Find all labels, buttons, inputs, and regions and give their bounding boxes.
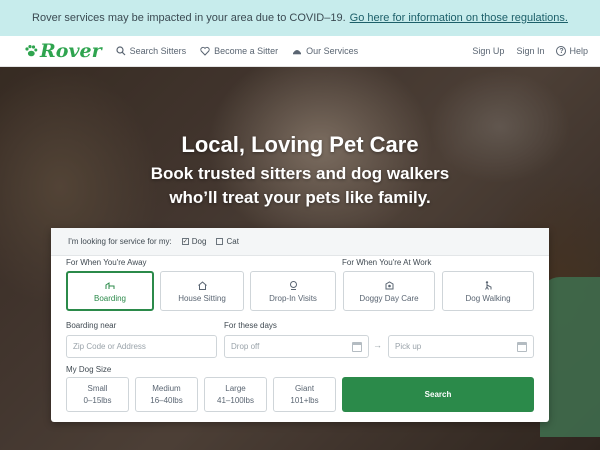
location-label: Boarding near	[66, 321, 117, 330]
sign-in-link[interactable]: Sign In	[516, 46, 544, 56]
service-doggy-day-care-label: Doggy Day Care	[359, 293, 419, 303]
nav-become-sitter-label: Become a Sitter	[214, 46, 279, 56]
size-medium-button[interactable]: Medium 16–40lbs	[135, 377, 198, 412]
boarding-icon	[105, 281, 114, 289]
pet-type-row: I'm looking for service for my: ✓ Dog Ca…	[51, 228, 549, 256]
day-care-icon	[385, 280, 393, 289]
size-small-button[interactable]: Small 0–15lbs	[66, 377, 129, 412]
help-link[interactable]: ? Help	[556, 46, 588, 56]
looking-for-label: I'm looking for service for my:	[68, 237, 172, 246]
nav-account-links: Sign Up Sign In ? Help	[472, 46, 588, 56]
dog-checkbox-label: Dog	[191, 237, 207, 246]
hero-subtitle: Book trusted sitters and dog walkers who…	[0, 162, 600, 210]
sign-up-link[interactable]: Sign Up	[472, 46, 504, 56]
size-giant-button[interactable]: Giant 101+lbs	[273, 377, 336, 412]
nav-become-sitter[interactable]: Become a Sitter	[200, 46, 278, 56]
dog-walking-icon	[484, 280, 491, 290]
covid-banner: Rover services may be impacted in your a…	[0, 0, 600, 36]
cat-checkbox[interactable]: Cat	[216, 237, 239, 246]
service-drop-in-visits[interactable]: Drop-In Visits	[250, 271, 336, 311]
size-small-range: 0–15lbs	[83, 396, 112, 405]
paw-icon	[25, 45, 38, 57]
house-sitting-icon	[197, 280, 207, 290]
services-icon	[293, 50, 302, 55]
arrow-right-icon: →	[373, 340, 382, 350]
size-giant-range: 101+lbs	[290, 396, 319, 405]
hero-subtitle-line-1: Book trusted sitters and dog walkers	[150, 164, 450, 183]
service-boarding-label: Boarding	[93, 293, 127, 303]
hero-title: Local, Loving Pet Care	[181, 132, 419, 157]
logo-text: Rover	[40, 40, 102, 62]
nav-search-sitters[interactable]: Search Sitters	[116, 46, 187, 56]
search-card: I'm looking for service for my: ✓ Dog Ca…	[51, 228, 549, 422]
search-button[interactable]: Search	[342, 377, 534, 412]
search-icon	[116, 46, 126, 56]
nav-search-sitters-label: Search Sitters	[129, 46, 187, 56]
nav-our-services-label: Our Services	[306, 46, 359, 56]
service-drop-in-visits-label: Drop-In Visits	[269, 293, 317, 303]
checkbox-empty-icon	[216, 238, 224, 245]
service-house-sitting[interactable]: House Sitting	[160, 271, 244, 311]
checkbox-checked-icon: ✓	[181, 238, 189, 245]
service-dog-walking[interactable]: Dog Walking	[442, 271, 534, 311]
top-navbar: Rover Search Sitters Become a Sitter Our…	[0, 36, 600, 67]
cat-checkbox-label: Cat	[226, 237, 239, 246]
dropoff-date-input[interactable]: Drop off	[224, 335, 369, 358]
away-heading: For When You're Away	[66, 258, 147, 267]
banner-link[interactable]: Go here for information on those regulat…	[350, 12, 568, 24]
size-large-label: Large	[225, 384, 246, 393]
size-giant-label: Giant	[294, 384, 315, 393]
help-icon: ?	[556, 46, 567, 56]
size-medium-range: 16–40lbs	[150, 396, 183, 405]
help-label: Help	[569, 46, 588, 56]
drop-in-icon	[289, 280, 297, 290]
calendar-icon	[352, 342, 362, 352]
work-heading: For When You're At Work	[342, 258, 432, 267]
nav-our-services[interactable]: Our Services	[292, 46, 358, 56]
rover-logo[interactable]: Rover	[24, 40, 102, 62]
hero-photo-shirt	[540, 277, 600, 437]
service-house-sitting-label: House Sitting	[178, 293, 226, 303]
calendar-icon	[517, 342, 527, 352]
pickup-placeholder: Pick up	[395, 342, 422, 351]
location-placeholder: Zip Code or Address	[73, 342, 146, 351]
service-dog-walking-label: Dog Walking	[465, 293, 511, 303]
service-doggy-day-care[interactable]: Doggy Day Care	[343, 271, 435, 311]
hero-subtitle-line-2: who’ll treat your pets like family.	[169, 188, 431, 207]
banner-text: Rover services may be impacted in your a…	[32, 12, 346, 24]
heart-icon	[200, 46, 210, 56]
dog-checkbox[interactable]: ✓ Dog	[181, 237, 207, 246]
size-large-range: 41–100lbs	[217, 396, 254, 405]
location-input[interactable]: Zip Code or Address	[66, 335, 217, 358]
dates-label: For these days	[224, 321, 277, 330]
size-large-button[interactable]: Large 41–100lbs	[204, 377, 267, 412]
size-medium-label: Medium	[152, 384, 181, 393]
size-small-label: Small	[87, 384, 108, 393]
pickup-date-input[interactable]: Pick up	[388, 335, 534, 358]
service-boarding[interactable]: Boarding	[66, 271, 154, 311]
dropoff-placeholder: Drop off	[231, 342, 260, 351]
size-label: My Dog Size	[66, 365, 112, 374]
